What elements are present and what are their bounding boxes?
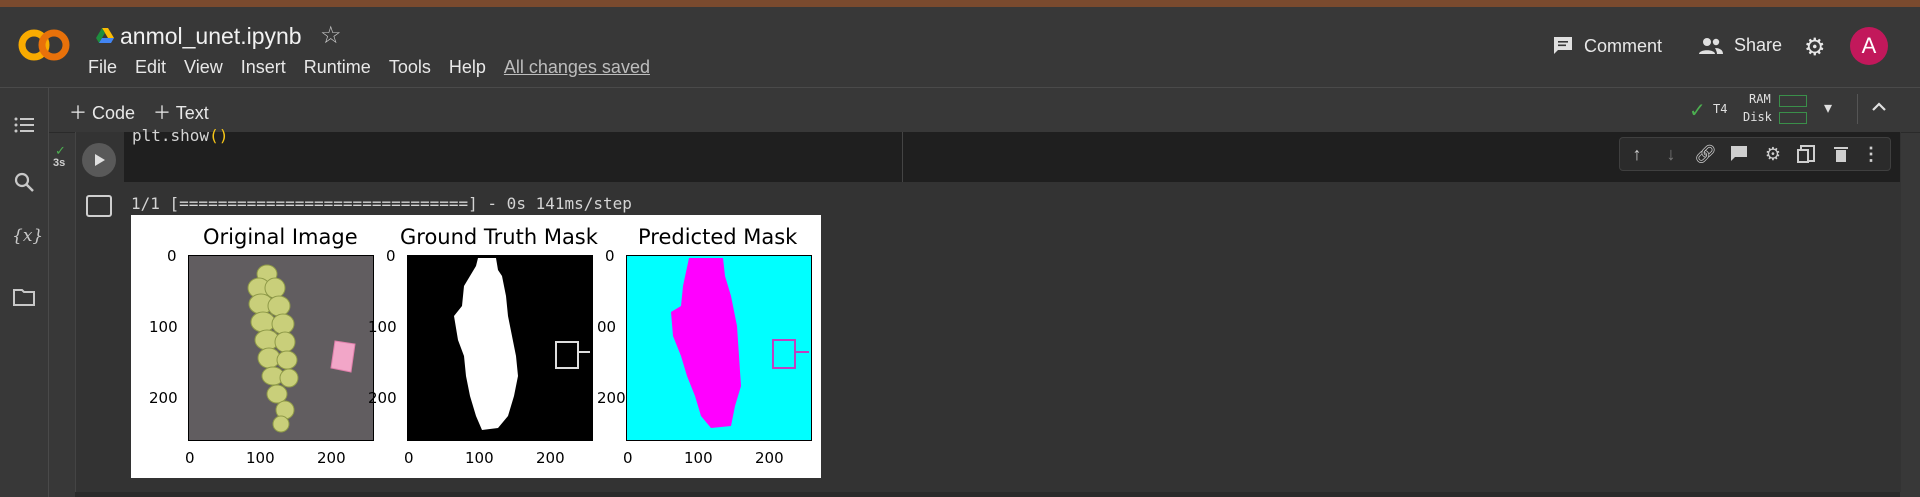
star-icon[interactable]: ☆	[320, 21, 342, 50]
collapse-chevron-up-icon[interactable]	[1870, 100, 1888, 114]
menu-bar: File Edit View Insert Runtime Tools Help…	[88, 57, 668, 78]
colab-logo-icon[interactable]	[16, 25, 72, 65]
panel-title-predicted: Predicted Mask	[638, 225, 798, 249]
y-tick-100-p3: 00	[597, 318, 617, 336]
y-tick-200-p3: 200	[597, 389, 626, 407]
menu-insert[interactable]: Insert	[241, 57, 286, 78]
notebook-toolbar: ＋ Code ＋ Text ✓ T4 RAM Disk ▾	[49, 88, 1920, 133]
y-tick-200-p2: 200	[368, 389, 397, 407]
output-progress-text: 1/1 [==============================] - 0…	[131, 194, 632, 213]
code-parens: ()	[209, 126, 229, 145]
y-tick-0-p3: 0	[605, 247, 615, 265]
menu-runtime[interactable]: Runtime	[304, 57, 371, 78]
comment-cell-icon[interactable]	[1728, 143, 1750, 165]
y-tick-0-p2: 0	[386, 247, 396, 265]
add-code-label: Code	[92, 103, 136, 123]
settings-gear-icon[interactable]: ⚙	[1804, 33, 1826, 62]
add-code-button[interactable]: ＋ Code	[69, 99, 135, 125]
editor-separator	[902, 132, 903, 182]
mirror-cell-icon[interactable]	[1796, 143, 1818, 165]
add-text-label: Text	[175, 103, 209, 123]
toolbar-divider	[1857, 94, 1858, 124]
predicted-mask	[626, 255, 812, 441]
output-icon[interactable]	[86, 195, 112, 217]
code-line[interactable]: plt.show()	[132, 126, 228, 145]
notebook-title[interactable]: anmol_unet.ipynb	[120, 23, 302, 50]
menu-tools[interactable]: Tools	[389, 57, 431, 78]
ram-usage-bar[interactable]	[1779, 95, 1807, 107]
grapes-photo	[189, 256, 373, 440]
runtime-type[interactable]: T4	[1713, 102, 1727, 116]
y-tick-0-p1: 0	[167, 247, 177, 265]
menu-file[interactable]: File	[88, 57, 117, 78]
x-tick-0-p2: 0	[404, 449, 414, 467]
x-tick-200-p1: 200	[317, 449, 346, 467]
cell-bottom-border	[75, 492, 1900, 497]
variables-icon[interactable]: {x}	[12, 226, 43, 250]
code-text: plt.show	[132, 126, 210, 145]
disk-label: Disk	[1743, 110, 1772, 124]
comment-button[interactable]: Comment	[1552, 35, 1662, 57]
drive-icon	[96, 28, 114, 43]
share-button[interactable]: Share	[1698, 35, 1782, 56]
cell-toolbar: ↑ ↓ 🔗︎ ⚙ ⋮	[1619, 137, 1891, 171]
panel-title-original: Original Image	[203, 225, 358, 249]
ground-truth-shape	[454, 258, 590, 430]
add-text-button[interactable]: ＋ Text	[153, 99, 209, 125]
search-icon[interactable]	[12, 170, 36, 194]
runtime-dropdown-icon[interactable]: ▾	[1824, 98, 1832, 118]
comment-icon	[1554, 37, 1572, 54]
top-accent-bar	[0, 0, 1920, 7]
table-of-contents-icon[interactable]	[12, 113, 36, 137]
y-tick-200-p1: 200	[149, 389, 178, 407]
matplotlib-figure: Original Image 0 100 200 0 100 200 Groun…	[131, 215, 821, 478]
ram-label: RAM	[1749, 92, 1771, 106]
share-label: Share	[1734, 35, 1783, 55]
run-cell-button[interactable]	[82, 143, 116, 177]
menu-view[interactable]: View	[184, 57, 223, 78]
avatar[interactable]: A	[1850, 27, 1888, 65]
y-tick-100-p2: 100	[368, 318, 397, 336]
y-tick-100-p1: 100	[149, 318, 178, 336]
x-tick-100-p1: 100	[246, 449, 275, 467]
folder-icon[interactable]	[12, 285, 36, 309]
more-vert-icon[interactable]: ⋮	[1860, 143, 1882, 165]
play-icon	[95, 154, 105, 166]
move-up-icon[interactable]: ↑	[1626, 143, 1648, 165]
menu-help[interactable]: Help	[449, 57, 486, 78]
x-tick-200-p2: 200	[536, 449, 565, 467]
original-image	[188, 255, 374, 441]
x-tick-100-p3: 100	[684, 449, 713, 467]
app-header: anmol_unet.ipynb ☆ File Edit View Insert…	[0, 7, 1920, 88]
link-icon[interactable]: 🔗︎	[1694, 143, 1717, 165]
connected-check-icon: ✓	[1689, 100, 1706, 122]
panel-title-ground-truth: Ground Truth Mask	[400, 225, 598, 249]
x-tick-100-p2: 100	[465, 449, 494, 467]
move-down-icon[interactable]: ↓	[1660, 143, 1682, 165]
cell-settings-gear-icon[interactable]: ⚙	[1762, 143, 1784, 165]
comment-label: Comment	[1584, 35, 1663, 56]
save-status-link[interactable]: All changes saved	[504, 57, 650, 78]
disk-usage-bar[interactable]	[1779, 112, 1807, 124]
delete-icon[interactable]	[1830, 143, 1852, 165]
menu-edit[interactable]: Edit	[135, 57, 166, 78]
x-tick-0-p3: 0	[623, 449, 633, 467]
execution-time: 3s	[53, 157, 66, 169]
predicted-shape	[671, 258, 809, 428]
ground-truth-mask	[407, 255, 593, 441]
x-tick-200-p3: 200	[755, 449, 784, 467]
left-sidebar: {x}	[0, 88, 49, 497]
x-tick-0-p1: 0	[185, 449, 195, 467]
people-icon	[1699, 37, 1723, 54]
